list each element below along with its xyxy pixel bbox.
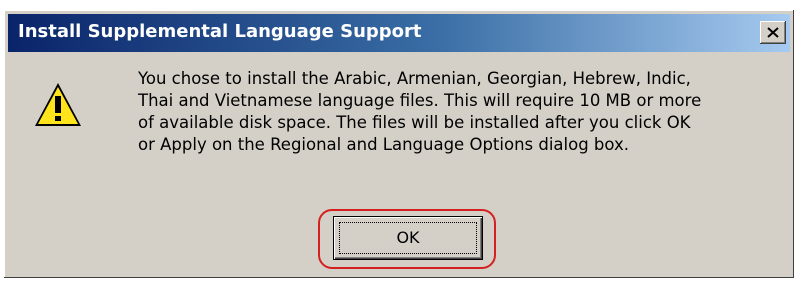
dialog-title: Install Supplemental Language Support (18, 21, 422, 42)
close-icon (767, 27, 779, 38)
dialog-window: Install Supplemental Language Support Yo… (4, 10, 794, 278)
warning-icon (35, 83, 81, 126)
focus-rectangle (339, 222, 477, 254)
close-button[interactable] (760, 21, 786, 44)
ok-button[interactable]: OK (333, 216, 483, 260)
dialog-message: You chose to install the Arabic, Armenia… (138, 69, 702, 154)
title-bar[interactable]: Install Supplemental Language Support (8, 14, 790, 52)
